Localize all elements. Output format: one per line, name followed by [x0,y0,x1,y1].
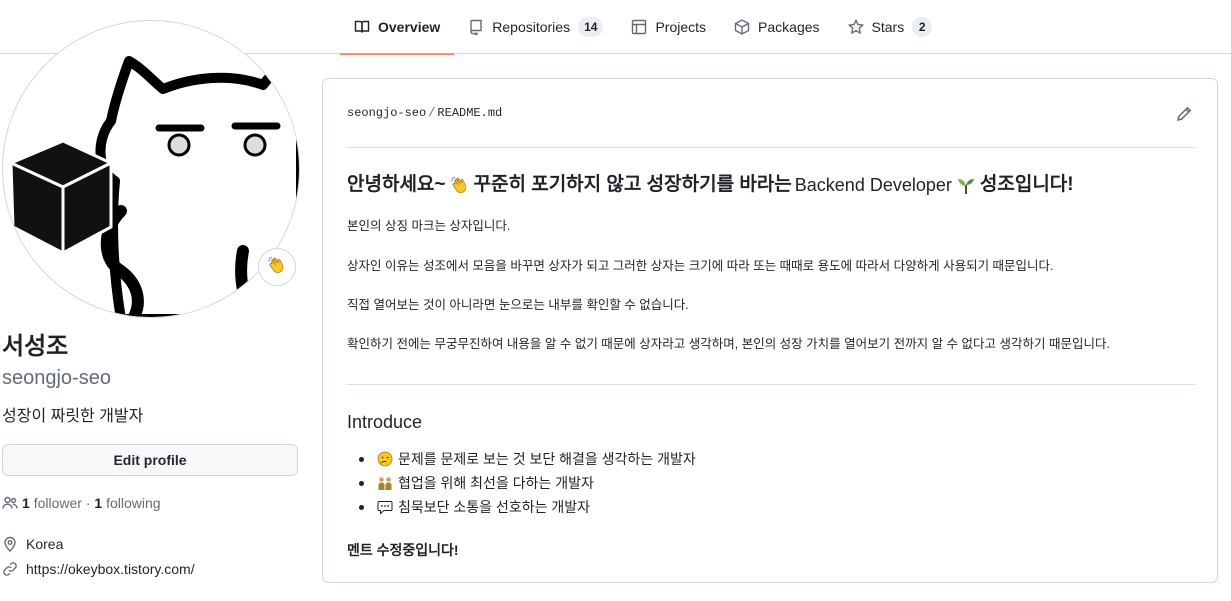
path-separator: / [428,106,436,120]
introduce-list: 문제를 문제로 보는 것 보단 해결을 생각하는 개발자 협업을 위해 최선을 … [347,447,696,519]
heading-name: 성조입니다! [979,174,1074,195]
readme-paragraph-2: 상자인 이유는 성조에서 모음을 바꾸면 상자가 되고 그러한 상자는 크기에 … [347,259,1054,273]
tab-stars[interactable]: Stars 2 [834,0,947,54]
list-item-text: 협업을 위해 최선을 다하는 개발자 [398,475,594,491]
pencil-icon [1176,106,1192,126]
tab-label: Projects [655,19,707,35]
divider [347,384,1195,385]
readme-path: seongjo-seo / README.md [347,106,502,120]
location-icon [2,536,18,552]
readme-paragraph-3: 직접 열어보는 것이 아니라면 눈으로는 내부를 확인할 수 없습니다. [347,298,689,312]
thinking-face-icon [377,451,393,467]
tab-packages[interactable]: Packages [720,0,833,54]
edit-readme-button[interactable] [1176,106,1194,124]
edit-profile-button[interactable]: Edit profile [2,444,298,476]
people-icon [2,495,18,511]
website-row: https://okeybox.tistory.com/ [2,559,195,579]
following-label: following [106,495,161,511]
list-item-text: 문제를 문제로 보는 것 보단 해결을 생각하는 개발자 [398,451,696,467]
bullet [359,456,364,462]
readme-paragraph-1: 본인의 상징 마크는 상자입니다. [347,219,511,233]
follow-stats: 1 follower · 1 following [2,493,161,513]
tab-label: Overview [378,19,441,35]
profile-username: seongjo-seo [2,367,111,389]
readme-heading: 안녕하세요~ 꾸준히 포기하지 않고 성장하기를 바라는 Backend Dev… [347,173,1074,197]
table-icon [631,19,647,35]
repo-icon [468,19,484,35]
tab-repositories[interactable]: Repositories 14 [454,0,617,54]
location-text: Korea [26,536,64,552]
heading-text: 꾸준히 포기하지 않고 성장하기를 바라는 [473,174,792,195]
profile-bio: 성장이 짜릿한 개발자 [2,408,144,425]
heading-role: Backend Developer [794,175,952,195]
tab-label: Repositories [492,19,571,35]
people-icon [377,475,393,491]
divider [347,147,1195,148]
introduce-heading: Introduce [347,412,423,432]
readme-card: seongjo-seo / README.md 안녕하세요~ 꾸준히 포기하지 않고… [322,78,1218,583]
follow-separator: · [85,495,91,511]
profile-name: 서성조 [2,333,69,360]
seedling-icon [956,175,976,195]
tab-label: Packages [758,19,820,35]
followers-link[interactable]: 1 follower [22,493,82,513]
list-item: 문제를 문제로 보는 것 보단 해결을 생각하는 개발자 [347,447,696,471]
book-icon [354,19,370,35]
tab-overview[interactable]: Overview [340,0,455,55]
package-icon [734,19,750,35]
waving-hand-icon [450,175,470,195]
followers-count: 1 [22,495,30,511]
bullet [359,504,364,510]
speech-balloon-icon [377,499,393,515]
tab-label: Stars [871,19,905,35]
location-row: Korea [2,534,63,554]
followers-label: follower [33,495,82,511]
following-count: 1 [94,495,103,511]
website-link[interactable]: https://okeybox.tistory.com/ [26,559,195,579]
status-emoji-button[interactable] [258,248,296,286]
avatar[interactable] [2,20,300,318]
list-item: 침묵보단 소통을 선호하는 개발자 [347,495,696,519]
box-cat-logo [9,52,299,317]
readme-file-link[interactable]: README.md [437,106,502,120]
repositories-count-badge: 14 [578,17,604,37]
bullet [359,480,364,486]
readme-notice: 멘트 수정중입니다! [347,542,459,558]
waving-hand-icon [267,255,287,280]
link-icon [2,561,18,577]
list-item-text: 침묵보단 소통을 선호하는 개발자 [398,499,590,515]
readme-paragraph-4: 확인하기 전에는 무궁무진하여 내용을 알 수 없기 때문에 상자라고 생각하며… [347,337,1110,351]
following-link[interactable]: 1 following [94,493,160,513]
tab-list: Overview Repositories 14 Projects Packag… [340,0,947,55]
stars-count-badge: 2 [912,17,933,37]
readme-owner-link[interactable]: seongjo-seo [347,106,426,120]
list-item: 협업을 위해 최선을 다하는 개발자 [347,471,696,495]
star-icon [847,19,864,35]
tab-projects[interactable]: Projects [617,0,720,54]
heading-greeting: 안녕하세요~ [347,174,446,195]
